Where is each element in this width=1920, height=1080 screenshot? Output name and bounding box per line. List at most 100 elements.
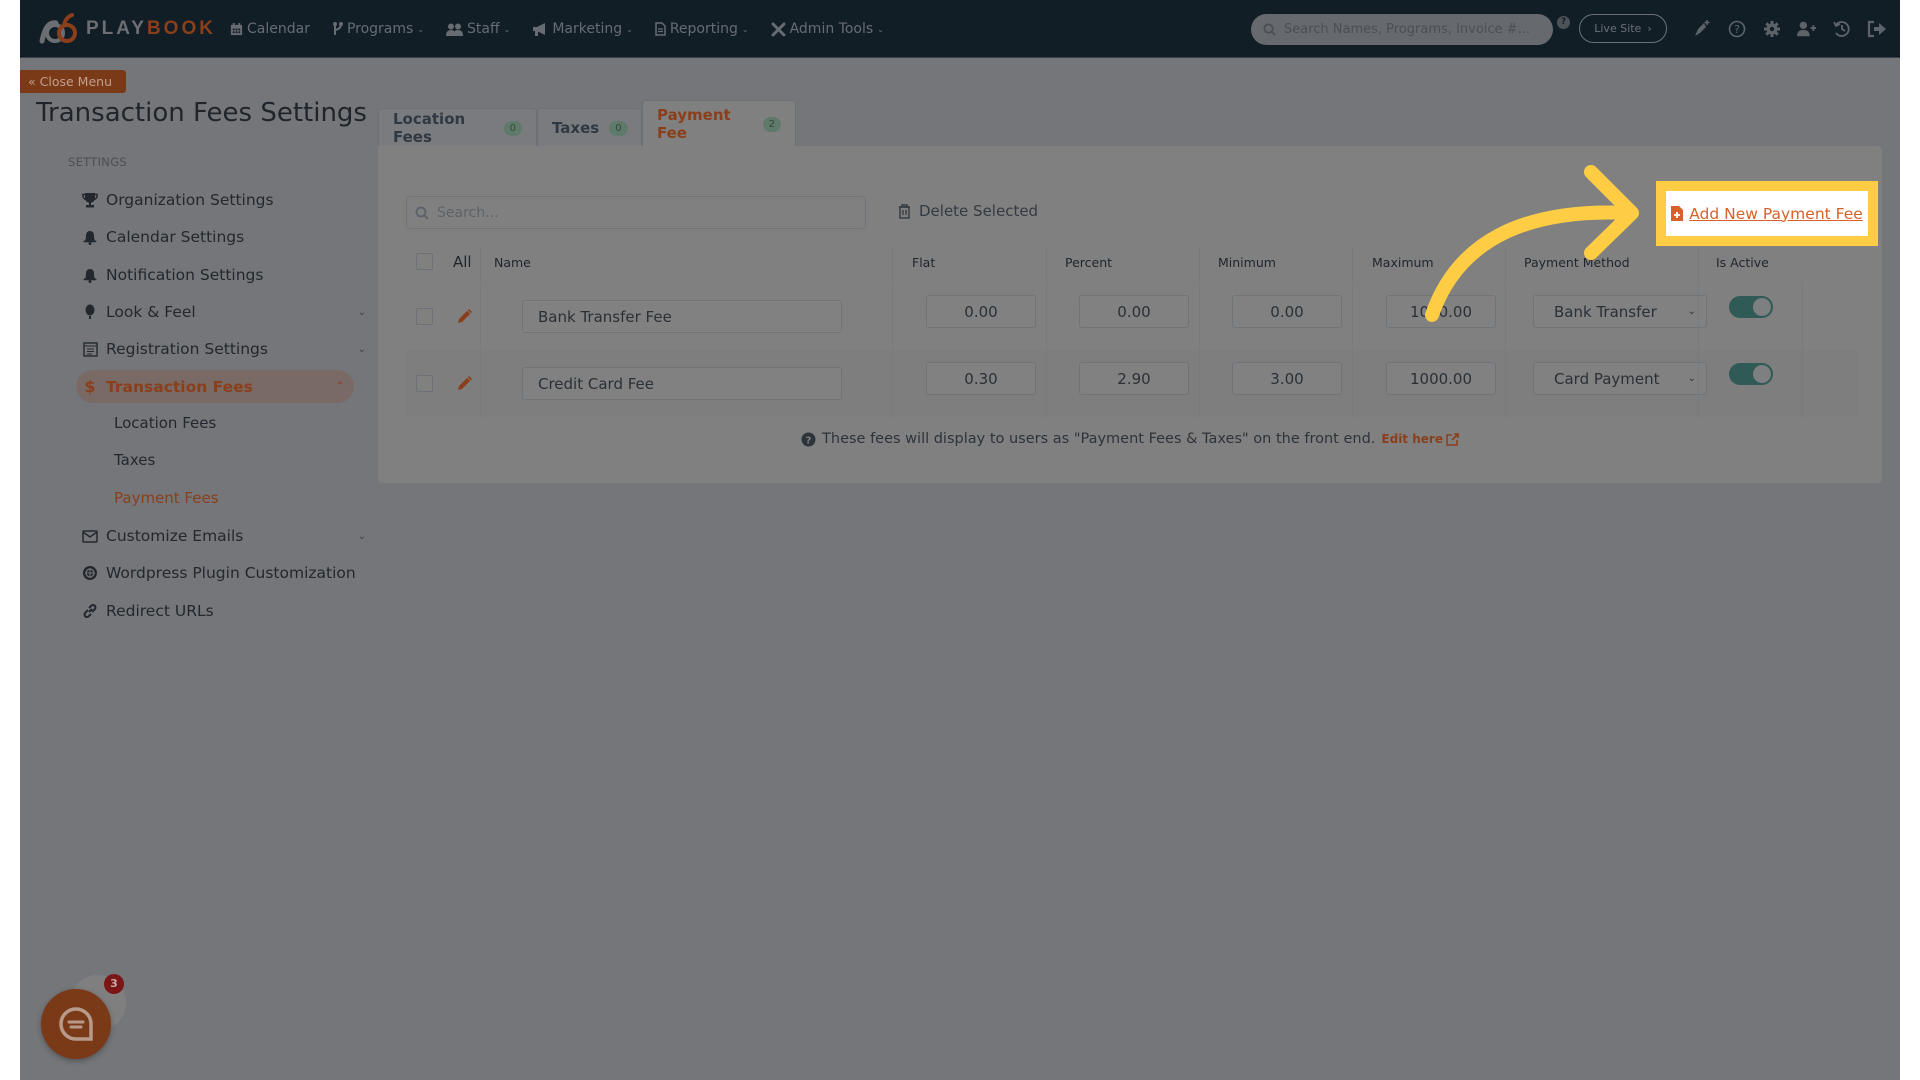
sidebar-item-wordpress-plugin[interactable]: Wordpress Plugin Customization	[82, 556, 376, 590]
playbook-logo[interactable]: PLAYBOOK	[36, 12, 216, 46]
nav-admin-tools[interactable]: Admin Tools ⌄	[771, 21, 884, 37]
external-link-icon	[1446, 432, 1459, 446]
count-badge: 0	[609, 120, 628, 136]
delete-selected-button[interactable]: Delete Selected	[898, 202, 1038, 220]
edit-here-link[interactable]: Edit here	[1381, 432, 1459, 446]
nav-programs-label: Programs	[346, 21, 414, 37]
sidebar-subitem-location-fees[interactable]: Location Fees	[114, 414, 216, 432]
wordpress-icon	[82, 565, 98, 581]
search-help-icon[interactable]: ?	[1557, 16, 1570, 29]
sidebar-item-redirect-urls[interactable]: Redirect URLs	[82, 594, 376, 628]
sidebar-item-look-and-feel[interactable]: Look & Feel ⌄	[82, 295, 376, 329]
fee-name-input[interactable]: Bank Transfer Fee	[522, 300, 842, 333]
sidebar-item-label: Registration Settings	[106, 340, 268, 358]
percent-input[interactable]: 0.00	[1079, 295, 1189, 328]
nav-icon-group: ?	[1692, 0, 1887, 58]
sidebar-item-transaction-fees[interactable]: $ Transaction Fees ⌃	[76, 370, 354, 403]
row-checkbox[interactable]	[416, 308, 433, 325]
tab-label: Location Fees	[393, 110, 466, 146]
sidebar-section-label: SETTINGS	[68, 155, 128, 169]
sidebar-item-calendar-settings[interactable]: Calendar Settings	[82, 220, 376, 254]
sidebar-item-organization-settings[interactable]: Organization Settings	[82, 183, 376, 217]
chevron-down-icon: ⌄	[1687, 373, 1696, 384]
chevron-down-icon: ⌄	[417, 24, 425, 34]
sidebar-item-customize-emails[interactable]: Customize Emails ⌄	[82, 519, 376, 553]
svg-text:?: ?	[1734, 23, 1740, 36]
toggle-knob	[1753, 298, 1771, 316]
header-maximum: Maximum	[1372, 254, 1434, 270]
is-active-toggle[interactable]	[1729, 296, 1773, 318]
fees-search-input[interactable]	[437, 204, 857, 221]
chevron-down-icon: ⌄	[357, 530, 366, 542]
header-payment-method: Payment Method	[1524, 254, 1630, 270]
payment-method-select[interactable]: Card Payment ⌄	[1533, 362, 1707, 395]
sidebar-item-notification-settings[interactable]: Notification Settings	[82, 258, 376, 292]
search-icon	[1263, 23, 1276, 36]
chevron-down-icon: ⌄	[877, 24, 884, 34]
payment-method-select[interactable]: Bank Transfer ⌄	[1533, 295, 1707, 328]
sidebar-item-label: Customize Emails	[106, 527, 244, 545]
file-icon	[655, 22, 666, 36]
fee-name-input[interactable]: Credit Card Fee	[522, 367, 842, 400]
global-search-input[interactable]	[1284, 22, 1544, 37]
chevron-down-icon: ⌄	[503, 24, 511, 34]
note-text: These fees will display to users as "Pay…	[822, 431, 1376, 447]
chat-launcher-button[interactable]	[41, 989, 111, 1059]
registration-icon	[82, 341, 98, 357]
is-active-toggle[interactable]	[1729, 363, 1773, 385]
flat-input[interactable]: 0.30	[926, 362, 1036, 395]
maximum-input[interactable]: 1000.00	[1386, 295, 1496, 328]
add-new-payment-fee-button[interactable]: Add New Payment Fee	[1666, 191, 1868, 236]
payment-method-value: Card Payment	[1554, 369, 1660, 388]
tab-taxes[interactable]: Taxes 0	[537, 108, 642, 147]
percent-input[interactable]: 2.90	[1079, 362, 1189, 395]
chevron-down-icon: ⌄	[1687, 306, 1696, 317]
sidebar-item-label: Look & Feel	[106, 303, 196, 321]
tab-payment-fee[interactable]: Payment Fee 2	[642, 100, 796, 147]
logout-icon[interactable]	[1867, 19, 1887, 39]
fees-search[interactable]	[406, 196, 866, 229]
live-site-button[interactable]: Live Site ›	[1579, 14, 1667, 43]
add-user-icon[interactable]	[1797, 19, 1817, 39]
table-header: All Name Flat Percent Minimum Maximum Pa…	[406, 242, 1856, 282]
tools-icon	[771, 22, 786, 36]
pencil-icon[interactable]	[456, 307, 474, 325]
sidebar-subitem-taxes[interactable]: Taxes	[114, 451, 155, 469]
sidebar-item-label: Redirect URLs	[106, 602, 214, 620]
rocket-icon[interactable]	[1692, 19, 1712, 39]
count-badge: 0	[503, 120, 522, 136]
toggle-knob	[1753, 365, 1771, 383]
nav-reporting[interactable]: Reporting ⌄	[655, 21, 749, 37]
main-nav: Calendar Programs ⌄ Staff ⌄ Marketing ⌄ …	[230, 0, 884, 58]
maximum-input[interactable]: 1000.00	[1386, 362, 1496, 395]
help-icon[interactable]: ?	[1727, 19, 1747, 39]
pencil-icon[interactable]	[456, 374, 474, 392]
nav-marketing[interactable]: Marketing ⌄	[532, 21, 633, 37]
sidebar-subitem-payment-fees[interactable]: Payment Fees	[114, 489, 219, 507]
header-is-active: Is Active	[1716, 254, 1769, 270]
minimum-input[interactable]: 0.00	[1232, 295, 1342, 328]
tab-location-fees[interactable]: Location Fees 0	[378, 108, 537, 147]
history-icon[interactable]	[1832, 19, 1852, 39]
close-menu-button[interactable]: « Close Menu	[20, 70, 126, 93]
sidebar-item-label: Transaction Fees	[106, 377, 253, 396]
header-percent: Percent	[1065, 254, 1113, 270]
flat-input[interactable]: 0.00	[926, 295, 1036, 328]
logo-text: PLAYBOOK	[86, 18, 216, 40]
calendar-icon	[230, 22, 243, 35]
global-search[interactable]	[1251, 14, 1553, 45]
delete-selected-label: Delete Selected	[919, 202, 1039, 220]
chevron-right-icon: ›	[1647, 22, 1652, 35]
minimum-input[interactable]: 3.00	[1232, 362, 1342, 395]
sidebar-item-label: Calendar Settings	[106, 228, 245, 246]
edit-here-label: Edit here	[1381, 432, 1443, 446]
nav-calendar[interactable]: Calendar	[230, 21, 310, 37]
nav-staff[interactable]: Staff ⌄	[446, 21, 510, 37]
nav-staff-label: Staff	[467, 21, 500, 37]
row-checkbox[interactable]	[416, 375, 433, 392]
gear-icon[interactable]	[1762, 19, 1782, 39]
sidebar-item-registration-settings[interactable]: Registration Settings ⌄	[82, 332, 376, 366]
select-all-checkbox[interactable]	[416, 253, 433, 270]
search-icon	[415, 206, 429, 220]
nav-programs[interactable]: Programs ⌄	[332, 21, 424, 37]
